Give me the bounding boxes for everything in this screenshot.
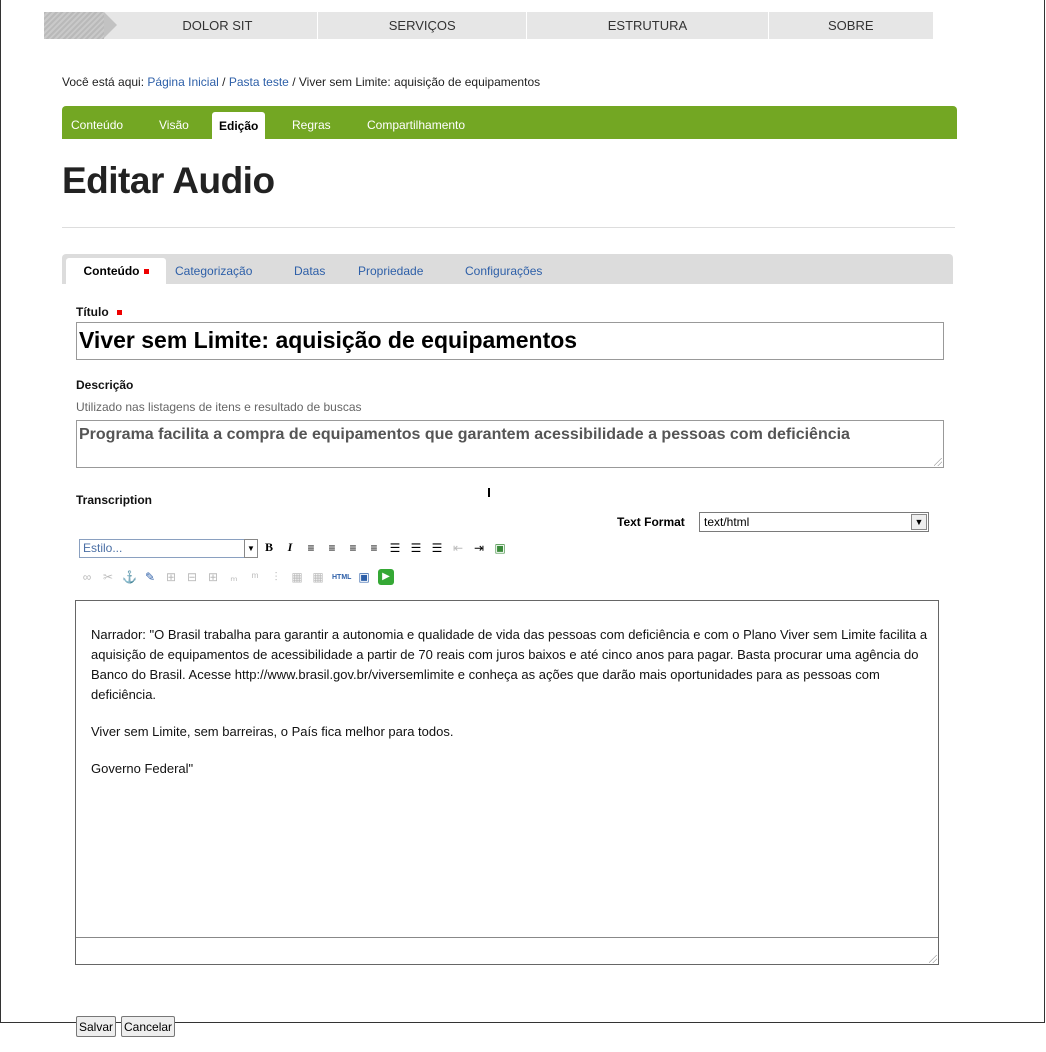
text-format-value: text/html [704, 515, 750, 529]
editor-status-bar [76, 937, 938, 964]
edit-icon[interactable]: ✎ [143, 570, 157, 584]
form-tab-configuracoes[interactable]: Configurações [465, 264, 542, 278]
table-icon[interactable]: ▦ [290, 570, 304, 584]
style-select[interactable]: Estilo... ▼ [79, 539, 258, 558]
breadcrumb-current: Viver sem Limite: aquisição de equipamen… [298, 75, 541, 89]
table-delete-row-icon[interactable]: ⊟ [185, 570, 199, 584]
title-label: Título [76, 305, 122, 319]
tab-visao[interactable]: Visão [159, 118, 189, 132]
editor-paragraph: Governo Federal" [91, 761, 194, 776]
align-left-icon[interactable]: ≡ [304, 541, 318, 555]
editor-toolbar-row-2: ∞ ✂ ⚓ ✎ ⊞ ⊟ ⊞ ₘ ᵐ ⫶ ▦ ▦ HTML ▣ ▶ [80, 569, 394, 585]
editor-paragraph: Narrador: "O Brasil trabalha para garant… [91, 627, 928, 702]
nav-item-servicos[interactable]: SERVIÇOS [318, 12, 528, 39]
chevron-down-icon: ▼ [911, 514, 927, 530]
style-placeholder: Estilo... [83, 541, 123, 555]
description-label: Descrição [76, 378, 134, 392]
text-format-label: Text Format [617, 515, 685, 529]
form-tab-conteudo-label: Conteúdo [83, 264, 140, 278]
outdent-icon[interactable]: ⇤ [451, 541, 465, 555]
save-button[interactable]: Salvar [76, 1016, 117, 1037]
title-input[interactable]: Viver sem Limite: aquisição de equipamen… [76, 322, 944, 360]
subscript-icon[interactable]: ₘ [227, 570, 241, 584]
transcription-editor[interactable]: Narrador: "O Brasil trabalha para garant… [75, 600, 939, 965]
text-format-select[interactable]: text/html ▼ [699, 512, 929, 532]
align-center-icon[interactable]: ≡ [325, 541, 339, 555]
tab-conteudo[interactable]: Conteúdo [71, 118, 123, 132]
description-help: Utilizado nas listagens de itens e resul… [76, 400, 362, 414]
divider [62, 227, 955, 228]
link-icon[interactable]: ∞ [80, 570, 94, 584]
image-icon[interactable]: ▣ [493, 541, 507, 555]
align-right-icon[interactable]: ≡ [346, 541, 360, 555]
nav-item-sobre[interactable]: SOBRE [769, 12, 934, 39]
content-tab-bar: Conteúdo Visão Edição Regras Compartilha… [62, 106, 957, 139]
resize-grip-icon[interactable] [929, 955, 937, 963]
bullet-list-icon[interactable]: ☰ [388, 541, 402, 555]
breadcrumb-separator: / [288, 75, 299, 89]
table-insert-col-icon[interactable]: ⊞ [206, 570, 220, 584]
top-navigation: DOLOR SIT SERVIÇOS ESTRUTURA SOBRE [44, 12, 934, 39]
unlink-icon[interactable]: ✂ [101, 570, 115, 584]
transcription-label: Transcription [76, 493, 153, 507]
editor-toolbar-row-1: B I ≡ ≡ ≡ ≡ ☰ ☰ ☰ ⇤ ⇥ ▣ [262, 540, 507, 555]
breadcrumb-home-link[interactable]: Página Inicial [147, 75, 218, 89]
bold-icon[interactable]: B [262, 540, 276, 555]
required-marker [116, 310, 122, 316]
form-tab-categorizacao[interactable]: Categorização [175, 264, 252, 278]
resize-grip-icon[interactable] [934, 458, 942, 466]
indent-icon[interactable]: ⇥ [472, 541, 486, 555]
form-tab-bar: Conteúdo Categorização Datas Propriedade… [62, 254, 953, 284]
breadcrumb: Você está aqui: Página Inicial / Pasta t… [62, 75, 540, 89]
breadcrumb-prefix: Você está aqui: [62, 75, 148, 89]
table-props-icon[interactable]: ▦ [311, 570, 325, 584]
page-title: Editar Audio [62, 160, 275, 201]
italic-icon[interactable]: I [283, 540, 297, 555]
home-nav-block[interactable] [44, 12, 117, 39]
editor-content[interactable]: Narrador: "O Brasil trabalha para garant… [91, 625, 931, 796]
form-tab-datas[interactable]: Datas [294, 264, 325, 278]
play-icon[interactable]: ▶ [378, 569, 394, 585]
tab-edicao[interactable]: Edição [212, 112, 266, 139]
description-textarea[interactable]: Programa facilita a compra de equipament… [76, 420, 944, 468]
nav-item-estrutura[interactable]: ESTRUTURA [527, 12, 769, 39]
chevron-down-icon: ▼ [244, 539, 258, 558]
anchor-icon[interactable]: ⚓ [122, 570, 137, 584]
align-justify-icon[interactable]: ≡ [367, 541, 381, 555]
superscript-icon[interactable]: ᵐ [248, 570, 262, 584]
breadcrumb-separator: / [218, 75, 229, 89]
form-tab-conteudo[interactable]: Conteúdo [66, 258, 166, 284]
cancel-button[interactable]: Cancelar [121, 1016, 176, 1037]
split-cell-icon[interactable]: ⫶ [269, 570, 283, 585]
fullscreen-icon[interactable]: ▣ [357, 570, 371, 584]
editor-paragraph: Viver sem Limite, sem barreiras, o País … [91, 724, 454, 739]
html-source-icon[interactable]: HTML [332, 574, 351, 581]
nav-item-dolor-sit[interactable]: DOLOR SIT [118, 12, 319, 39]
breadcrumb-folder-link[interactable]: Pasta teste [229, 75, 289, 89]
form-tab-propriedade[interactable]: Propriedade [358, 264, 423, 278]
table-insert-row-icon[interactable]: ⊞ [164, 570, 178, 584]
description-text: Programa facilita a compra de equipament… [79, 426, 850, 443]
definition-list-icon[interactable]: ☰ [430, 541, 444, 555]
required-marker [143, 268, 149, 274]
title-label-text: Título [76, 305, 109, 319]
text-cursor-icon [488, 488, 490, 497]
tab-regras[interactable]: Regras [292, 118, 331, 132]
tab-compartilhamento[interactable]: Compartilhamento [367, 118, 465, 132]
numbered-list-icon[interactable]: ☰ [409, 541, 423, 555]
